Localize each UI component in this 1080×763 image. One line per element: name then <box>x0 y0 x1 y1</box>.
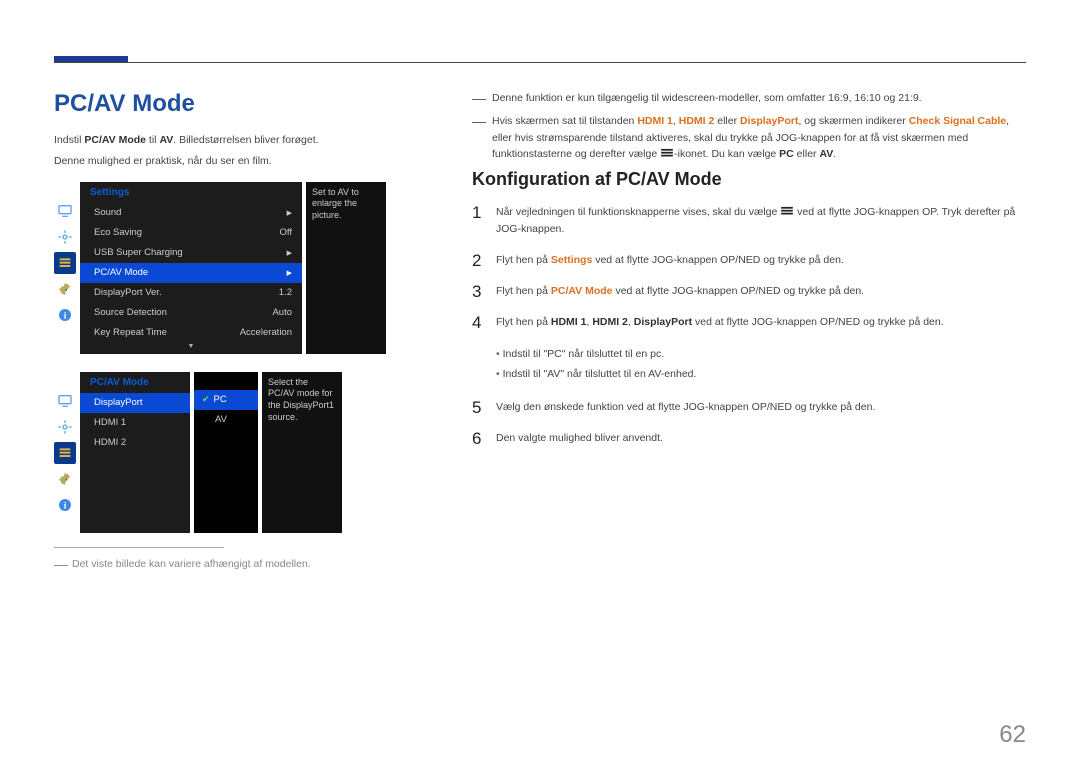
step-text: Flyt hen på PC/AV Mode ved at flytte JOG… <box>496 283 1026 300</box>
monitor-icon <box>54 390 76 412</box>
osd-row-selected: PC/AV Mode▶ <box>80 263 302 283</box>
subsection-title: Konfiguration af PC/AV Mode <box>472 169 1026 190</box>
svg-text:i: i <box>64 311 67 321</box>
osd-row: Source DetectionAuto <box>80 303 302 323</box>
t: . Billedstørrelsen bliver forøget. <box>173 134 318 146</box>
step-number: 4 <box>472 314 486 331</box>
step-item: 4 Flyt hen på HDMI 1, HDMI 2, DisplayPor… <box>472 314 1026 331</box>
step-number: 3 <box>472 283 486 300</box>
header-divider <box>54 62 1026 63</box>
osd-row: HDMI 1 <box>80 413 190 433</box>
t: AV <box>159 134 173 146</box>
step-number: 6 <box>472 430 486 447</box>
steps-list-cont: 5 Vælg den ønskede funktion ved at flytt… <box>472 399 1026 447</box>
right-column: ― Denne funktion er kun tilgængelig til … <box>472 90 1026 576</box>
t: Indstil <box>54 134 84 146</box>
intro-paragraph-2: Denne mulighed er praktisk, når du ser e… <box>54 153 444 170</box>
note-text: Hvis skærmen sat til tilstanden HDMI 1, … <box>492 113 1026 164</box>
osd-pcav-menu: PC/AV Mode DisplayPort HDMI 1 HDMI 2 <box>80 372 190 533</box>
osd-side-icons: i <box>54 182 76 354</box>
step-text: Når vejledningen til funktionsknapperne … <box>496 204 1026 238</box>
footnote-divider <box>54 547 224 548</box>
content-columns: PC/AV Mode Indstil PC/AV Mode til AV. Bi… <box>54 90 1026 576</box>
left-column: PC/AV Mode Indstil PC/AV Mode til AV. Bi… <box>54 90 444 576</box>
svg-text:i: i <box>64 501 67 511</box>
step-text: Flyt hen på Settings ved at flytte JOG-k… <box>496 252 1026 269</box>
bullet-item: Indstil til "PC" når tilsluttet til en p… <box>496 345 1026 365</box>
step-text: Den valgte mulighed bliver anvendt. <box>496 430 1026 447</box>
osd-panel-1: i Settings Sound▶ Eco SavingOff USB Supe… <box>54 182 444 354</box>
osd-row: Eco SavingOff <box>80 223 302 243</box>
t: til <box>146 134 159 146</box>
intro-paragraph: Indstil PC/AV Mode til AV. Billedstørrel… <box>54 132 444 149</box>
info-icon: i <box>54 304 76 326</box>
dash-icon: ― <box>472 91 486 107</box>
list-icon <box>54 252 76 274</box>
osd-side-icons: i <box>54 372 76 533</box>
note-b: ― Hvis skærmen sat til tilstanden HDMI 1… <box>472 113 1026 164</box>
osd-row-selected: DisplayPort <box>80 393 190 413</box>
footnote-text: Det viste billede kan variere afhængigt … <box>72 556 311 573</box>
step-number: 5 <box>472 399 486 416</box>
note-a: ― Denne funktion er kun tilgængelig til … <box>472 90 1026 107</box>
footnote: ― Det viste billede kan variere afhængig… <box>54 556 444 577</box>
gear-icon <box>54 278 76 300</box>
menu-icon <box>780 204 794 221</box>
dash-icon: ― <box>54 557 68 571</box>
step-text: Flyt hen på HDMI 1, HDMI 2, DisplayPort … <box>496 314 1026 331</box>
target-icon <box>54 416 76 438</box>
osd-row: DisplayPort Ver.1.2 <box>80 283 302 303</box>
t: PC/AV Mode <box>84 134 146 146</box>
target-icon <box>54 226 76 248</box>
osd-scroll-down-icon: ▼ <box>80 343 302 354</box>
osd-header: PC/AV Mode <box>80 372 190 393</box>
step-item: 2 Flyt hen på Settings ved at flytte JOG… <box>472 252 1026 269</box>
note-text: Denne funktion er kun tilgængelig til wi… <box>492 90 922 107</box>
osd-submenu: ✔PC AV <box>194 372 258 533</box>
bullet-item: Indstil til "AV" når tilsluttet til en A… <box>496 365 1026 385</box>
check-icon: ✔ <box>202 394 210 405</box>
step-number: 2 <box>472 252 486 269</box>
step-item: 3 Flyt hen på PC/AV Mode ved at flytte J… <box>472 283 1026 300</box>
menu-icon <box>660 146 674 163</box>
step-item: 1 Når vejledningen til funktionsknappern… <box>472 204 1026 238</box>
osd-sub-row: AV <box>194 410 258 430</box>
monitor-icon <box>54 200 76 222</box>
osd-sub-row-selected: ✔PC <box>194 390 258 410</box>
info-icon: i <box>54 494 76 516</box>
bullet-list: Indstil til "PC" når tilsluttet til en p… <box>496 345 1026 385</box>
steps-list: 1 Når vejledningen til funktionsknappern… <box>472 204 1026 331</box>
dash-icon: ― <box>472 114 486 164</box>
osd-tooltip: Set to AV to enlarge the picture. <box>306 182 386 354</box>
osd-row: HDMI 2 <box>80 433 190 453</box>
osd-row: Sound▶ <box>80 203 302 223</box>
osd-tooltip: Select the PC/AV mode for the DisplayPor… <box>262 372 342 533</box>
step-item: 6 Den valgte mulighed bliver anvendt. <box>472 430 1026 447</box>
osd-header: Settings <box>80 182 302 203</box>
step-item: 5 Vælg den ønskede funktion ved at flytt… <box>472 399 1026 416</box>
osd-row: USB Super Charging▶ <box>80 243 302 263</box>
osd-row: Key Repeat TimeAcceleration <box>80 323 302 343</box>
osd-panel-2: i PC/AV Mode DisplayPort HDMI 1 HDMI 2 ✔… <box>54 372 444 533</box>
osd-settings-menu: Settings Sound▶ Eco SavingOff USB Super … <box>80 182 302 354</box>
step-text: Vælg den ønskede funktion ved at flytte … <box>496 399 1026 416</box>
list-icon <box>54 442 76 464</box>
step-number: 1 <box>472 204 486 238</box>
gear-icon <box>54 468 76 490</box>
section-title: PC/AV Mode <box>54 90 444 118</box>
page-number: 62 <box>999 721 1026 749</box>
